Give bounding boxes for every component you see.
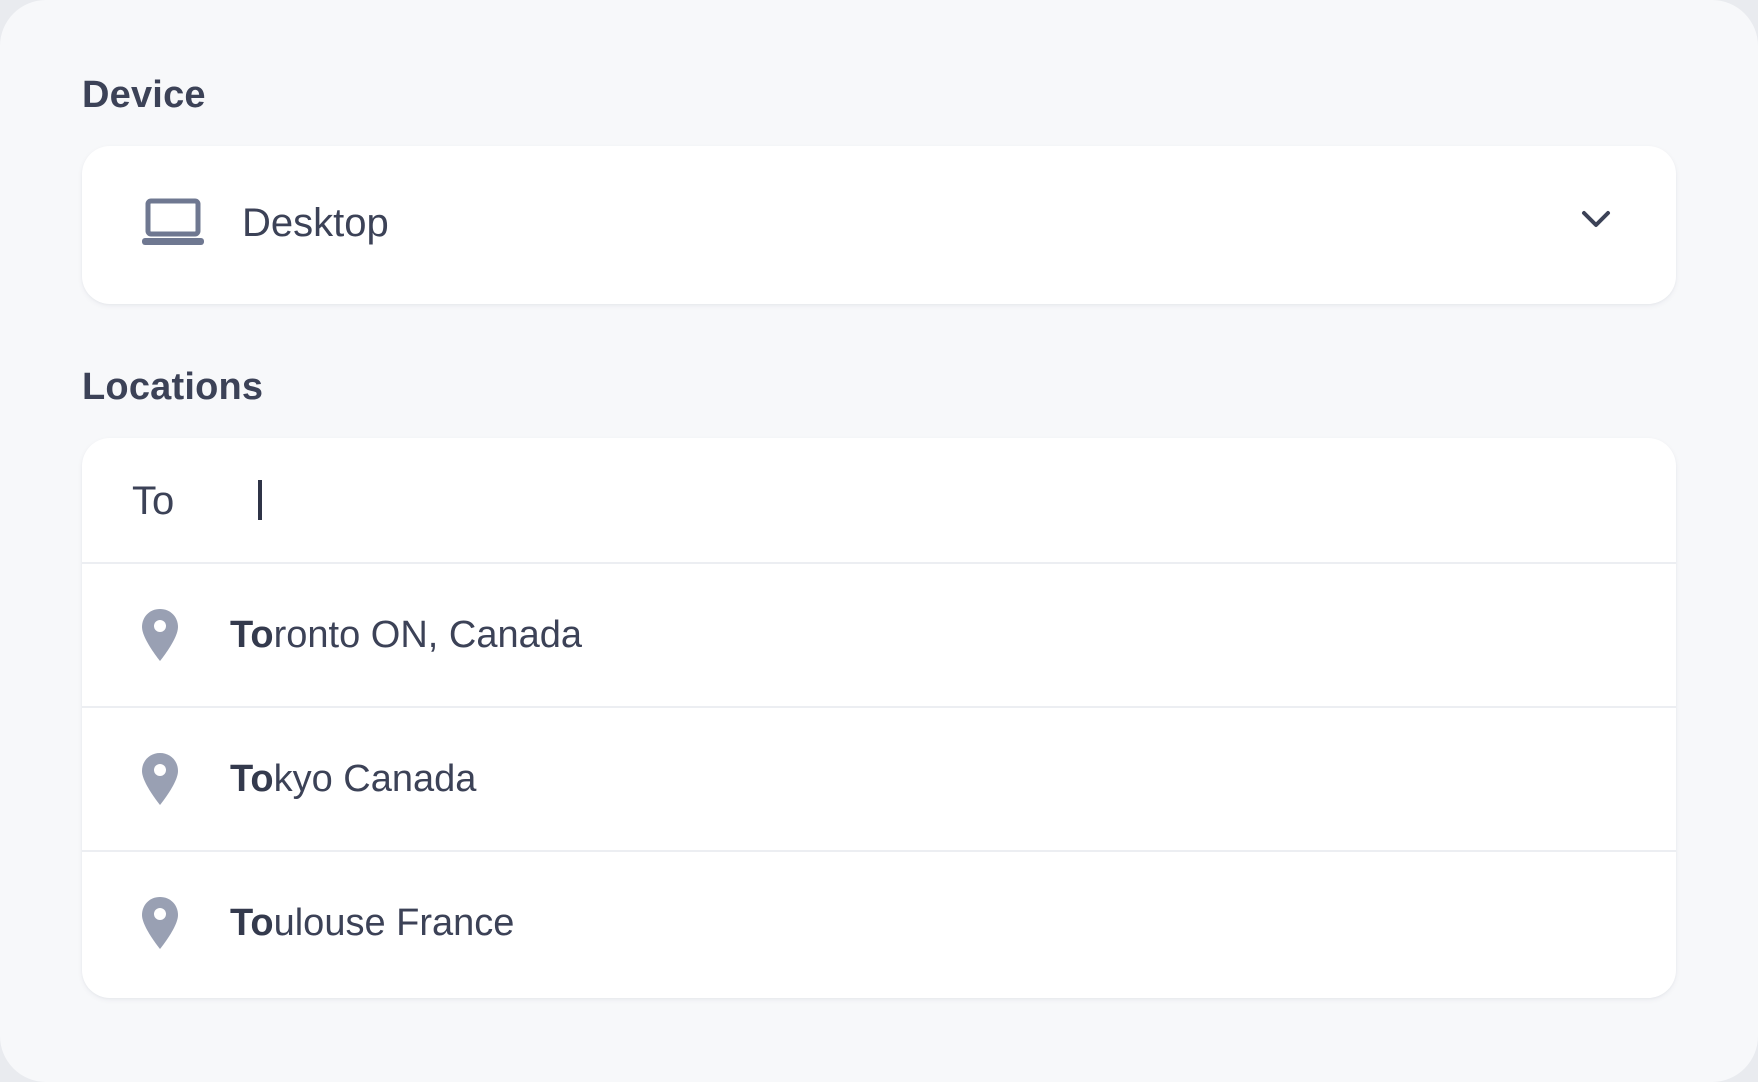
text-caret — [258, 480, 262, 520]
locations-section-label: Locations — [82, 366, 264, 408]
locations-autocomplete: Toronto ON, Canada Tokyo Canada Toulouse… — [82, 438, 1676, 998]
location-result-rest: ulouse France — [273, 902, 515, 944]
location-search-input[interactable] — [132, 476, 1532, 526]
location-result-match: To — [230, 758, 274, 800]
location-result-rest: kyo Canada — [273, 758, 477, 800]
chevron-down-icon[interactable] — [1580, 208, 1612, 230]
location-result-label: Toronto ON, Canada — [230, 614, 582, 657]
location-result-match: To — [230, 614, 274, 656]
location-result-label: Tokyo Canada — [230, 758, 476, 801]
location-result-rest: ronto ON, Canada — [273, 614, 583, 656]
location-search-row — [82, 438, 1676, 564]
device-section-label: Device — [82, 74, 206, 116]
location-result-match: To — [230, 902, 274, 944]
location-result-item[interactable]: Toronto ON, Canada — [82, 564, 1676, 708]
map-pin-icon — [142, 753, 178, 805]
location-result-label: Toulouse France — [230, 902, 514, 945]
laptop-icon — [142, 198, 204, 245]
device-dropdown[interactable]: Desktop — [82, 146, 1676, 304]
settings-panel: Device Desktop Locations Toronto ON, Can… — [0, 0, 1758, 1082]
location-result-item[interactable]: Toulouse France — [82, 852, 1676, 996]
map-pin-icon — [142, 897, 178, 949]
location-result-item[interactable]: Tokyo Canada — [82, 708, 1676, 852]
device-selected-value: Desktop — [242, 201, 389, 245]
map-pin-icon — [142, 609, 178, 661]
